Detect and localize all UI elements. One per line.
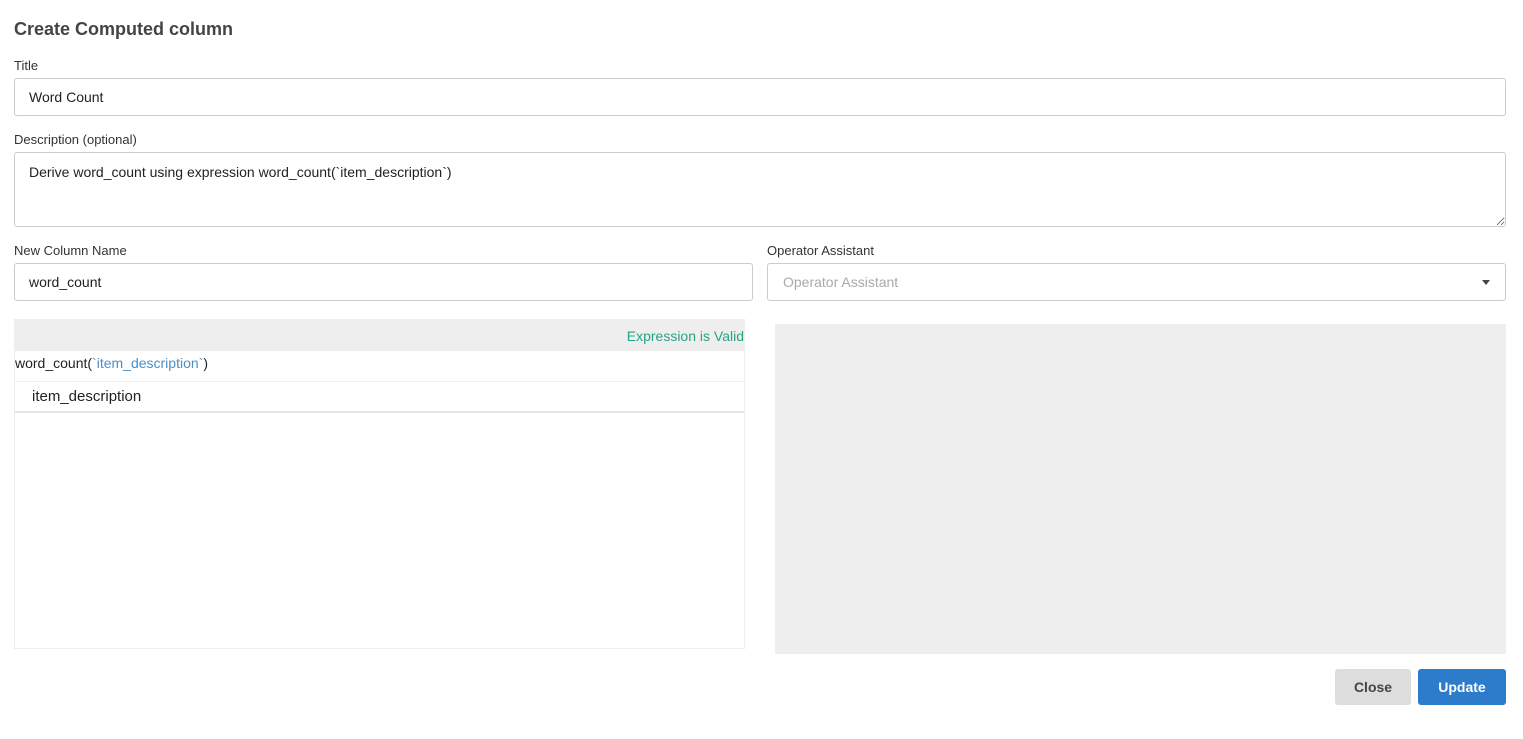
expression-text[interactable]: word_count(`item_description`)	[15, 354, 744, 381]
chevron-down-icon	[1482, 279, 1490, 285]
expression-status: Expression is Valid	[626, 327, 744, 344]
operator-assistant-select[interactable]: Operator Assistant	[767, 263, 1506, 301]
editor-status-bar: Expression is Valid	[15, 320, 744, 351]
preview-panel	[775, 324, 1506, 654]
create-computed-column-dialog: Create Computed column Title Description…	[0, 0, 1523, 739]
autocomplete-list: item_description	[15, 381, 744, 413]
title-input[interactable]	[14, 78, 1506, 116]
new-column-name-label: New Column Name	[14, 243, 127, 258]
expression-function: word_count(	[15, 355, 93, 371]
new-column-name-input[interactable]	[14, 263, 753, 301]
expression-close-paren: )	[203, 355, 208, 371]
update-button[interactable]: Update	[1418, 669, 1506, 705]
operator-assistant-label: Operator Assistant	[767, 243, 874, 258]
description-textarea[interactable]: Derive word_count using expression word_…	[14, 152, 1506, 227]
operator-assistant-placeholder: Operator Assistant	[783, 274, 899, 290]
close-button[interactable]: Close	[1335, 669, 1411, 705]
description-label: Description (optional)	[14, 132, 137, 147]
title-label: Title	[14, 58, 39, 73]
dialog-title: Create Computed column	[14, 19, 234, 39]
autocomplete-item[interactable]: item_description	[15, 382, 744, 411]
expression-editor[interactable]: Expression is Valid word_count(`item_des…	[14, 319, 745, 649]
expression-column-token: `item_description`	[92, 355, 204, 371]
